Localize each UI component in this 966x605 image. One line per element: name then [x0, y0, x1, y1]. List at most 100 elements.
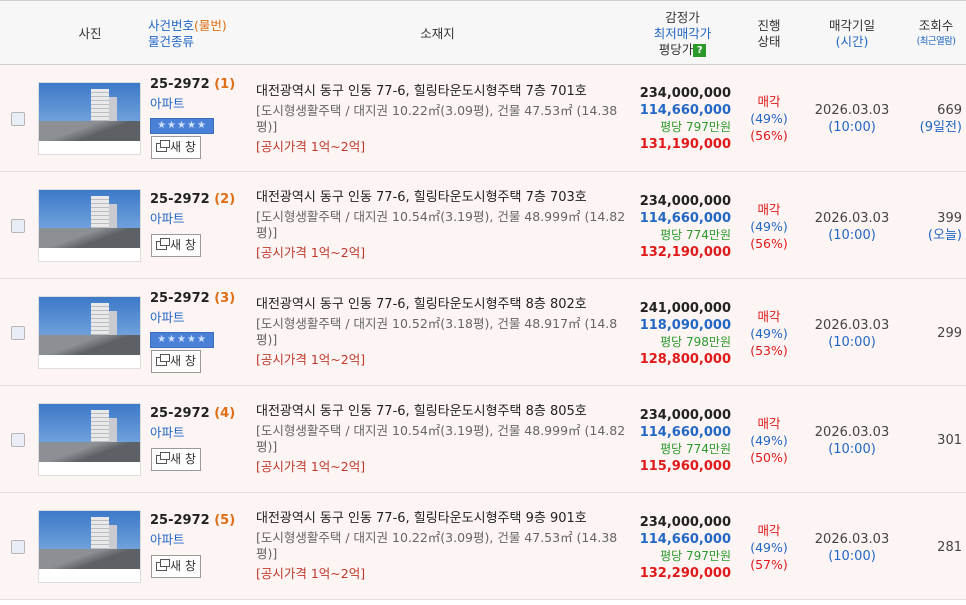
case-number[interactable]: 25-2972 (3) [150, 291, 235, 306]
row-checkbox[interactable] [11, 112, 25, 126]
row-checkbox[interactable] [11, 540, 25, 554]
item-number[interactable]: (4) [214, 406, 235, 421]
header-sale-date[interactable]: 매각기일 (시간) [798, 1, 906, 66]
sort-min-bid[interactable]: 최저매각가 [654, 26, 712, 42]
row-checkbox[interactable] [11, 326, 25, 340]
new-window-button[interactable]: 새 창 [151, 234, 201, 257]
sale-time: (10:00) [828, 549, 876, 564]
case-number[interactable]: 25-2972 (5) [150, 513, 235, 528]
table-row[interactable]: 25-2972 (3) 아파트 ★★★★★ 새 창 대전광역시 동구 인동 77… [0, 279, 966, 386]
item-number[interactable]: (1) [214, 77, 235, 92]
status-cell: 매각 (49%) (50%) [740, 415, 798, 466]
address-cell[interactable]: 대전광역시 동구 인동 77-6, 힐링타운도시형주택 8층 805호 [도시형… [256, 404, 626, 475]
header-status-line1: 진행 [757, 17, 781, 33]
address-cell[interactable]: 대전광역시 동구 인동 77-6, 힐링타운도시형주택 7층 703호 [도시형… [256, 190, 626, 261]
new-window-button[interactable]: 새 창 [151, 448, 201, 471]
property-photo[interactable] [38, 82, 141, 155]
sort-appraisal[interactable]: 감정가 [665, 10, 700, 26]
case-number-text[interactable]: 25-2972 [150, 77, 210, 92]
sold-percent: (56%) [750, 236, 788, 251]
sort-views[interactable]: 조회수 [919, 18, 954, 34]
sort-prop-type[interactable]: 물건종류 [148, 34, 194, 50]
header-location-label: 소재지 [420, 25, 455, 41]
new-window-button[interactable]: 새 창 [151, 136, 201, 159]
per-pyeong-price: 평당 774만원 [660, 442, 731, 456]
views-cell: 399 (오늘) [906, 210, 962, 244]
new-window-button[interactable]: 새 창 [151, 555, 201, 578]
sale-time: (10:00) [828, 442, 876, 457]
header-case[interactable]: 사건번호(물번) 물건종류 [148, 1, 248, 66]
new-window-button[interactable]: 새 창 [151, 350, 201, 373]
address-main[interactable]: 대전광역시 동구 인동 77-6, 힐링타운도시형주택 7층 701호 [256, 84, 626, 100]
address-detail: [도시형생활주택 / 대지권 10.22㎡(3.09평), 건물 47.53㎡ … [256, 103, 618, 134]
per-pyeong-price: 평당 797만원 [660, 120, 731, 134]
item-number[interactable]: (3) [214, 291, 235, 306]
address-detail: [도시형생활주택 / 대지권 10.54㎡(3.19평), 건물 48.999㎡… [256, 209, 626, 240]
header-photo-label: 사진 [78, 25, 102, 41]
min-bid-percent: (49%) [750, 433, 788, 448]
property-photo[interactable] [38, 403, 141, 476]
table-row[interactable]: 25-2972 (5) 아파트 새 창 대전광역시 동구 인동 77-6, 힐링… [0, 493, 966, 600]
table-row[interactable]: 25-2972 (4) 아파트 새 창 대전광역시 동구 인동 77-6, 힐링… [0, 386, 966, 493]
case-number-text[interactable]: 25-2972 [150, 192, 210, 207]
address-cell[interactable]: 대전광역시 동구 인동 77-6, 힐링타운도시형주택 7층 701호 [도시형… [256, 84, 626, 155]
sale-date: 2026.03.03 [814, 532, 890, 547]
min-bid-price: 114,660,000 [639, 532, 731, 547]
case-number[interactable]: 25-2972 (4) [150, 406, 235, 421]
status-cell: 매각 (49%) (57%) [740, 522, 798, 573]
sort-sale-date[interactable]: 매각기일 [829, 18, 875, 34]
address-cell[interactable]: 대전광역시 동구 인동 77-6, 힐링타운도시형주택 9층 901호 [도시형… [256, 511, 626, 582]
new-window-label: 새 창 [170, 559, 196, 573]
sold-percent: (53%) [750, 343, 788, 358]
price-cell: 234,000,000 114,660,000 평당 797만원 131,190… [625, 85, 731, 153]
address-cell[interactable]: 대전광역시 동구 인동 77-6, 힐링타운도시형주택 8층 802호 [도시형… [256, 297, 626, 368]
per-pyeong-label[interactable]: 평당가? [659, 42, 707, 58]
public-price: [공시가격 1억~2억] [256, 352, 366, 367]
property-type: 아파트 [150, 310, 185, 325]
min-bid-price: 118,090,000 [639, 318, 731, 333]
public-price: [공시가격 1억~2억] [256, 245, 366, 260]
case-number[interactable]: 25-2972 (1) [150, 77, 235, 92]
price-cell: 234,000,000 114,660,000 평당 797만원 132,290… [625, 514, 731, 582]
row-checkbox[interactable] [11, 219, 25, 233]
sort-item-no[interactable]: (물번) [194, 18, 227, 33]
address-main[interactable]: 대전광역시 동구 인동 77-6, 힐링타운도시형주택 8층 805호 [256, 404, 626, 420]
status-badge: 매각 [757, 523, 781, 538]
address-main[interactable]: 대전광역시 동구 인동 77-6, 힐링타운도시형주택 8층 802호 [256, 297, 626, 313]
property-photo[interactable] [38, 296, 141, 369]
case-number-text[interactable]: 25-2972 [150, 513, 210, 528]
header-status: 진행 상태 [740, 1, 798, 66]
case-number-text[interactable]: 25-2972 [150, 291, 210, 306]
table-row[interactable]: 25-2972 (1) 아파트 ★★★★★ 새 창 대전광역시 동구 인동 77… [0, 65, 966, 172]
header-views[interactable]: 조회수 (최근열람) [906, 1, 966, 66]
help-icon[interactable]: ? [693, 43, 707, 57]
views-cell: 301 [906, 432, 962, 449]
row-checkbox[interactable] [11, 433, 25, 447]
price-cell: 241,000,000 118,090,000 평당 798만원 128,800… [625, 300, 731, 368]
min-bid-price: 114,660,000 [639, 211, 731, 226]
status-badge: 매각 [757, 416, 781, 431]
header-views-note[interactable]: (최근열람) [917, 34, 956, 50]
rating-stars: ★★★★★ [150, 118, 214, 134]
property-photo[interactable] [38, 510, 141, 583]
rating-stars: ★★★★★ [150, 332, 214, 348]
case-number[interactable]: 25-2972 (2) [150, 192, 235, 207]
address-main[interactable]: 대전광역시 동구 인동 77-6, 힐링타운도시형주택 9층 901호 [256, 511, 626, 527]
sort-case-no[interactable]: 사건번호 [148, 18, 194, 33]
header-price[interactable]: 감정가 최저매각가 평당가? [625, 1, 740, 66]
item-number[interactable]: (2) [214, 192, 235, 207]
address-main[interactable]: 대전광역시 동구 인동 77-6, 힐링타운도시형주택 7층 703호 [256, 190, 626, 206]
sort-per-pyeong[interactable]: 평당가 [659, 42, 694, 57]
header-case-label[interactable]: 사건번호(물번) [148, 18, 227, 34]
price-cell: 234,000,000 114,660,000 평당 774만원 115,960… [625, 407, 731, 475]
property-photo[interactable] [38, 189, 141, 262]
public-price: [공시가격 1억~2억] [256, 139, 366, 154]
item-number[interactable]: (5) [214, 513, 235, 528]
new-window-label: 새 창 [170, 140, 196, 154]
status-badge: 매각 [757, 94, 781, 109]
view-count: 281 [937, 540, 962, 555]
case-number-text[interactable]: 25-2972 [150, 406, 210, 421]
header-sale-time[interactable]: (시간) [836, 34, 869, 50]
table-row[interactable]: 25-2972 (2) 아파트 새 창 대전광역시 동구 인동 77-6, 힐링… [0, 172, 966, 279]
per-pyeong-price: 평당 798만원 [660, 335, 731, 349]
